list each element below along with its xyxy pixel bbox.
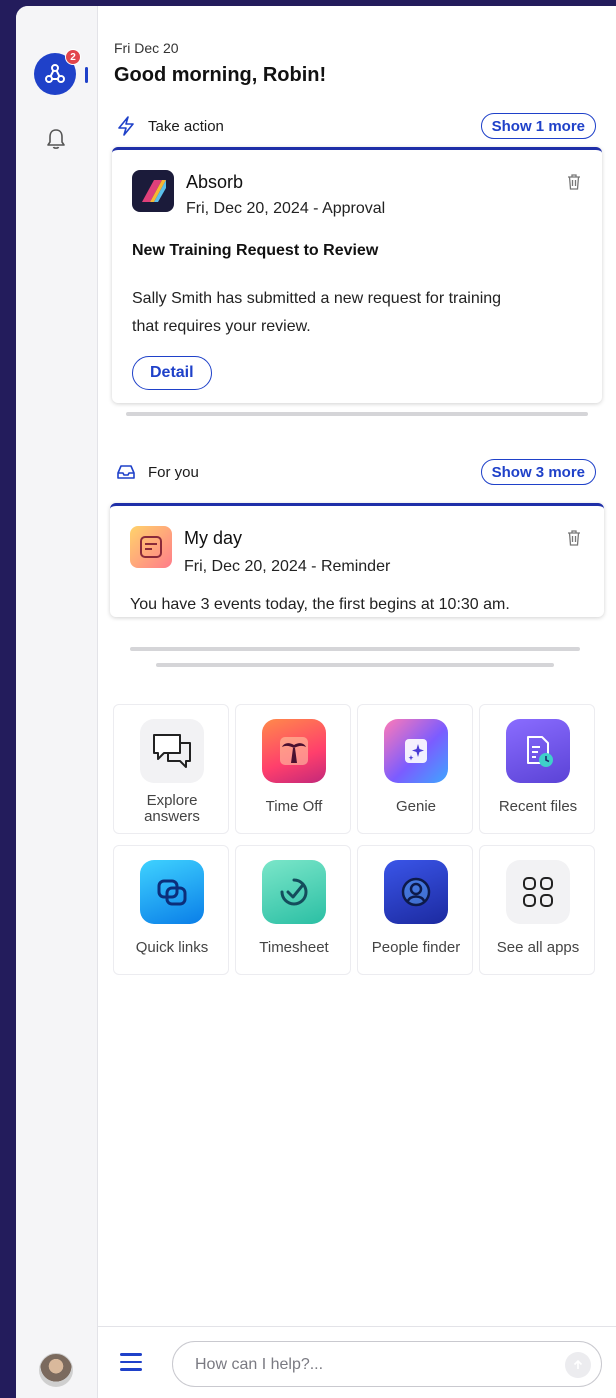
show-more-foryou-button[interactable]: Show 3 more — [480, 459, 596, 485]
file-clock-icon — [506, 719, 570, 783]
card-meta: Fri, Dec 20, 2024 - Approval — [186, 200, 386, 217]
user-avatar[interactable] — [39, 1353, 73, 1387]
bell-icon[interactable] — [45, 127, 67, 151]
trash-icon[interactable] — [566, 173, 582, 191]
greeting-title: Good morning, Robin! — [114, 64, 327, 86]
timer-check-icon — [262, 860, 326, 924]
show-more-actions-button[interactable]: Show 1 more — [480, 113, 596, 139]
app-label: Genie — [395, 798, 437, 815]
left-rail: 2 — [16, 6, 98, 1398]
grid-icon — [506, 860, 570, 924]
card-body-line2: that requires your review. — [132, 318, 311, 335]
app-recent-files[interactable]: Recent files — [479, 704, 595, 834]
app-explore-answers[interactable]: Explore answers — [113, 704, 229, 834]
card-stack-edge — [156, 663, 554, 667]
app-see-all[interactable]: See all apps — [479, 845, 595, 975]
reminder-card: My day Fri, Dec 20, 2024 - Reminder You … — [110, 503, 604, 617]
person-search-icon — [384, 860, 448, 924]
for-you-header: For you Show 3 more — [114, 459, 596, 485]
app-label: People finder — [371, 939, 461, 956]
app-label: Timesheet — [259, 939, 329, 956]
app-window: 2 Fri Dec 20 Good morning, Robin! Take a… — [16, 6, 616, 1398]
app-label: Quick links — [135, 939, 209, 956]
take-action-header: Take action Show 1 more — [114, 113, 596, 139]
app-time-off[interactable]: Time Off — [235, 704, 351, 834]
card-stack-edge — [126, 412, 588, 416]
lightning-icon — [116, 116, 136, 136]
app-people-finder[interactable]: People finder — [357, 845, 473, 975]
notification-badge: 2 — [65, 49, 81, 65]
inbox-icon — [116, 462, 136, 482]
trash-icon[interactable] — [566, 529, 582, 547]
app-label: Explore — [146, 792, 198, 809]
ask-input[interactable]: How can I help?... — [172, 1341, 602, 1387]
card-meta: Fri, Dec 20, 2024 - Reminder — [184, 558, 391, 575]
main-panel: Fri Dec 20 Good morning, Robin! Take act… — [98, 6, 616, 1398]
link-icon — [140, 860, 204, 924]
app-genie[interactable]: Genie — [357, 704, 473, 834]
date-label: Fri Dec 20 — [114, 40, 179, 56]
app-label: answers — [144, 808, 200, 825]
card-heading: New Training Request to Review — [132, 242, 379, 259]
section-label: For you — [148, 464, 199, 481]
hamburger-menu-icon[interactable] — [120, 1353, 142, 1373]
card-app-name: My day — [184, 528, 243, 548]
sticky-note-icon — [130, 526, 172, 568]
send-arrow-icon[interactable] — [565, 1352, 591, 1378]
palm-tree-icon — [262, 719, 326, 783]
composer-bar: How can I help?... — [98, 1326, 616, 1398]
app-label: Time Off — [265, 798, 323, 815]
card-stack-edge — [130, 647, 580, 651]
app-label: Recent files — [498, 798, 578, 815]
app-quick-links[interactable]: Quick links — [113, 845, 229, 975]
absorb-logo-icon — [132, 170, 174, 212]
detail-button[interactable]: Detail — [132, 356, 212, 390]
sparkle-icon — [384, 719, 448, 783]
active-indicator — [85, 67, 88, 83]
chat-bubbles-icon — [140, 719, 204, 783]
action-card: Absorb Fri, Dec 20, 2024 - Approval New … — [112, 147, 602, 403]
app-label: See all apps — [496, 939, 580, 956]
section-label: Take action — [148, 118, 224, 135]
ask-placeholder: How can I help?... — [195, 1356, 324, 1373]
card-body: You have 3 events today, the first begin… — [130, 596, 510, 613]
card-body-line1: Sally Smith has submitted a new request … — [132, 290, 502, 307]
card-app-name: Absorb — [186, 172, 244, 192]
app-timesheet[interactable]: Timesheet — [235, 845, 351, 975]
